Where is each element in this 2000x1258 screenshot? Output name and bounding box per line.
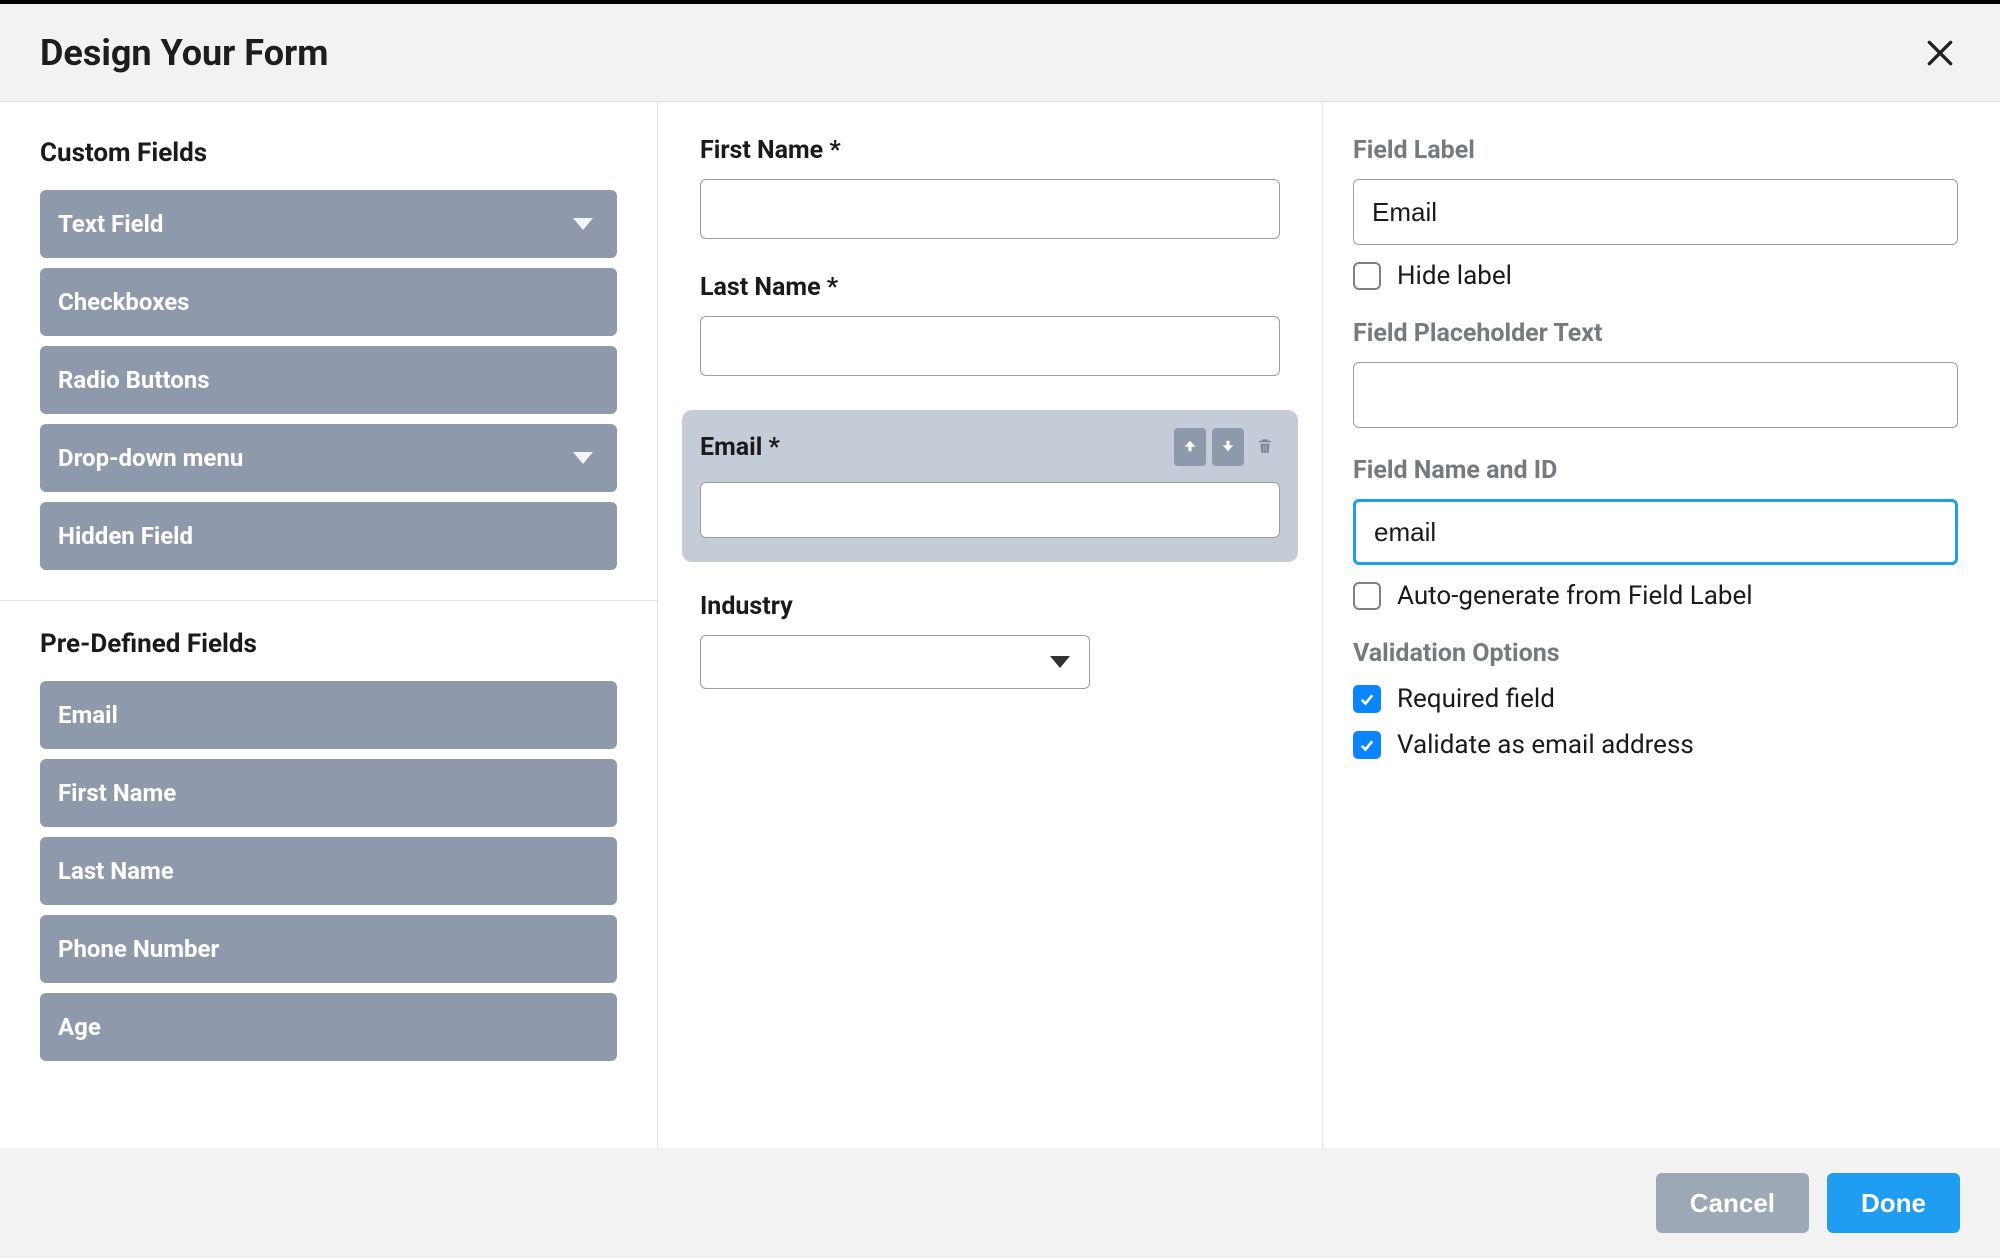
custom-field-item[interactable]: Radio Buttons (40, 346, 617, 414)
required-checkbox[interactable]: Required field (1353, 684, 1958, 714)
required-text: Required field (1397, 684, 1555, 714)
hide-label-checkbox[interactable]: Hide label (1353, 261, 1958, 291)
validate-email-text: Validate as email address (1397, 730, 1694, 760)
predefined-fields-section: Pre-Defined Fields Email First Name Last N… (0, 600, 657, 1091)
modal-body: Custom Fields Text Field Checkboxes Radio … (0, 102, 2000, 1148)
field-item-label: Text Field (58, 210, 163, 238)
predefined-field-item[interactable]: Phone Number (40, 915, 617, 983)
panel-left: Custom Fields Text Field Checkboxes Radio … (0, 102, 658, 1148)
chevron-down-icon (573, 452, 593, 464)
preview-label-email: Email * (700, 433, 780, 462)
custom-fields-heading: Custom Fields (40, 138, 617, 168)
custom-field-item[interactable]: Drop-down menu (40, 424, 617, 492)
prop-placeholder-title: Field Placeholder Text (1353, 319, 1958, 348)
move-up-button[interactable] (1174, 428, 1206, 466)
preview-input-last-name[interactable] (700, 316, 1280, 376)
checkbox-checked-icon (1353, 731, 1381, 759)
field-item-label: Phone Number (58, 935, 219, 963)
done-button[interactable]: Done (1827, 1173, 1960, 1233)
predefined-field-item[interactable]: Last Name (40, 837, 617, 905)
field-item-label: Age (58, 1013, 101, 1041)
hide-label-text: Hide label (1397, 261, 1512, 291)
preview-field-last-name[interactable]: Last Name * (682, 273, 1298, 376)
cancel-button[interactable]: Cancel (1656, 1173, 1809, 1233)
placeholder-input[interactable] (1353, 362, 1958, 428)
custom-field-item[interactable]: Checkboxes (40, 268, 617, 336)
chevron-down-icon (573, 218, 593, 230)
selected-field-actions (1174, 428, 1280, 466)
predefined-field-item[interactable]: Email (40, 681, 617, 749)
modal-title: Design Your Form (40, 32, 328, 74)
field-label-input[interactable] (1353, 179, 1958, 245)
field-item-label: Radio Buttons (58, 366, 210, 394)
preview-field-industry[interactable]: Industry (682, 592, 1298, 689)
field-item-label: Drop-down menu (58, 444, 243, 472)
delete-field-button[interactable] (1250, 428, 1280, 466)
trash-icon (1256, 437, 1274, 458)
custom-field-item[interactable]: Text Field (40, 190, 617, 258)
prop-validation-block: Validation Options Required field Valida… (1353, 639, 1958, 760)
preview-input-first-name[interactable] (700, 179, 1280, 239)
move-down-button[interactable] (1212, 428, 1244, 466)
autogen-checkbox[interactable]: Auto-generate from Field Label (1353, 581, 1958, 611)
panel-field-properties: Field Label Hide label Field Placeholder… (1323, 102, 2000, 1148)
modal-footer: Cancel Done (0, 1148, 2000, 1258)
autogen-text: Auto-generate from Field Label (1397, 581, 1753, 611)
modal-header: Design Your Form (0, 4, 2000, 102)
field-item-label: Email (58, 701, 118, 729)
prop-field-label-title: Field Label (1353, 136, 1958, 165)
preview-field-email-selected[interactable]: Email * (682, 410, 1298, 562)
predefined-fields-list: Email First Name Last Name Phone Number Age (40, 681, 617, 1061)
field-item-label: Last Name (58, 857, 174, 885)
arrow-up-icon (1181, 437, 1199, 458)
form-designer-modal: Design Your Form Custom Fields Text Fiel… (0, 0, 2000, 1258)
preview-label-first-name: First Name * (700, 136, 1280, 165)
custom-field-item[interactable]: Hidden Field (40, 502, 617, 570)
preview-input-email[interactable] (700, 482, 1280, 538)
field-item-label: Hidden Field (58, 522, 193, 550)
predefined-fields-heading: Pre-Defined Fields (40, 629, 617, 659)
checkbox-icon (1353, 262, 1381, 290)
validate-email-checkbox[interactable]: Validate as email address (1353, 730, 1958, 760)
panel-form-preview: First Name * Last Name * Email * (658, 102, 1323, 1148)
field-item-label: Checkboxes (58, 288, 190, 316)
prop-fieldname-block: Field Name and ID Auto-generate from Fie… (1353, 456, 1958, 611)
predefined-field-item[interactable]: Age (40, 993, 617, 1061)
arrow-down-icon (1219, 437, 1237, 458)
field-item-label: First Name (58, 779, 176, 807)
preview-label-last-name: Last Name * (700, 273, 1280, 302)
preview-field-first-name[interactable]: First Name * (682, 136, 1298, 239)
custom-fields-section: Custom Fields Text Field Checkboxes Radio … (0, 102, 657, 600)
prop-fieldname-title: Field Name and ID (1353, 456, 1958, 485)
predefined-field-item[interactable]: First Name (40, 759, 617, 827)
custom-fields-list: Text Field Checkboxes Radio Buttons Drop-do… (40, 190, 617, 570)
prop-field-label-block: Field Label Hide label (1353, 136, 1958, 291)
field-name-input[interactable] (1353, 499, 1958, 565)
prop-validation-title: Validation Options (1353, 639, 1958, 668)
preview-label-industry: Industry (700, 592, 1280, 621)
preview-select-industry[interactable] (700, 635, 1090, 689)
close-icon[interactable] (1920, 33, 1960, 73)
prop-placeholder-block: Field Placeholder Text (1353, 319, 1958, 428)
checkbox-icon (1353, 582, 1381, 610)
checkbox-checked-icon (1353, 685, 1381, 713)
